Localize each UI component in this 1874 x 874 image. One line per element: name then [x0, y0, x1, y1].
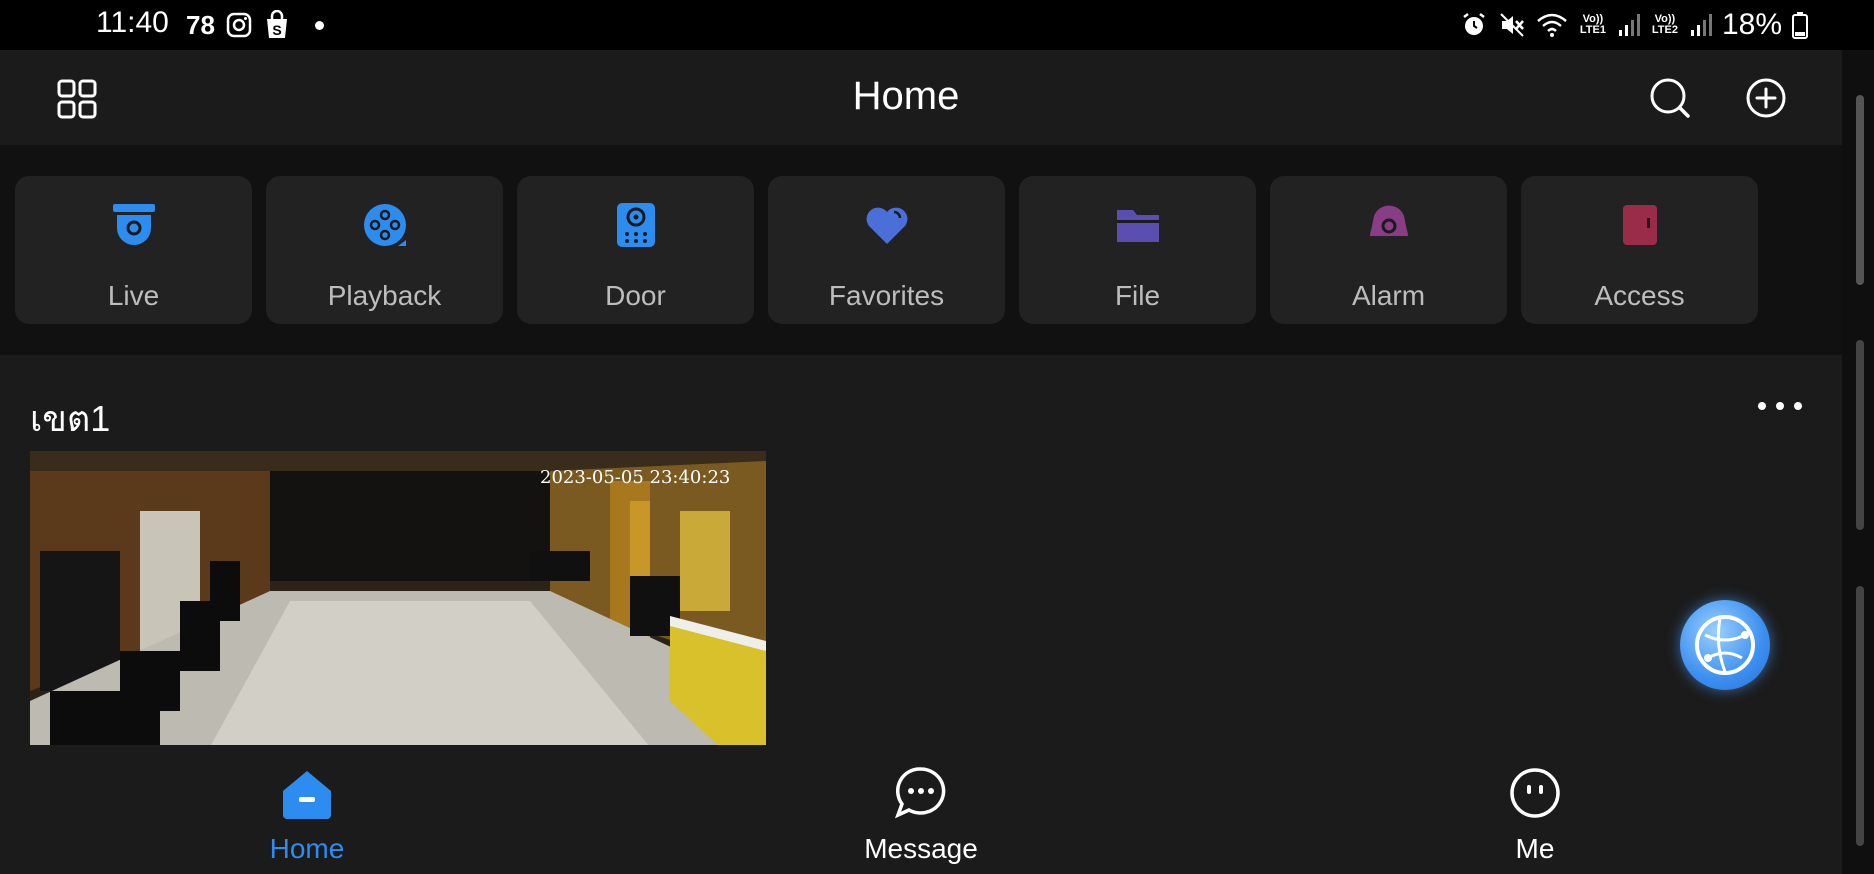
status-bar: 11:40 78 S Vo)) LTE1 Vo)) LTE2 18% [0, 0, 1874, 50]
playback-reel-icon [364, 204, 406, 246]
page-title: Home [852, 74, 960, 118]
quick-action-label: Favorites [828, 280, 945, 311]
nav-home-label: Home [269, 833, 345, 864]
quick-action-label: Playback [327, 280, 442, 311]
wifi-icon [1537, 13, 1567, 37]
app-bar: Home [0, 50, 1842, 145]
quick-action-label: Live [107, 280, 160, 311]
search-icon[interactable] [1648, 76, 1692, 120]
quick-action-favorites[interactable]: Favorites [768, 176, 1005, 324]
add-device-icon[interactable] [1744, 76, 1788, 120]
floating-assistant-button[interactable] [1680, 600, 1770, 690]
nav-message-label: Message [864, 833, 978, 864]
quick-action-alarm[interactable]: Alarm [1270, 176, 1507, 324]
signal-icon-2 [1690, 14, 1712, 36]
device-group-section: เขต1 2023-05-05 23:40:23 [0, 355, 1842, 747]
nav-me-label: Me [1515, 833, 1555, 864]
battery-icon [1792, 12, 1808, 39]
message-bubble-icon [894, 767, 946, 819]
scrollbar-track [1856, 340, 1864, 530]
quick-action-file[interactable]: File [1019, 176, 1256, 324]
group-title: เขต1 [30, 398, 111, 439]
signal-icon [1618, 14, 1640, 36]
status-time: 11:40 [96, 6, 169, 39]
folder-icon [1117, 210, 1159, 242]
instagram-icon [226, 12, 252, 38]
heart-icon [866, 207, 908, 244]
shopping-bag-icon: S [266, 10, 287, 38]
scrollbar[interactable] [1856, 95, 1864, 285]
alarm-siren-icon [1370, 205, 1408, 236]
bottom-navigation: Home Message Me [0, 745, 1842, 874]
quick-action-label: Access [1594, 280, 1685, 311]
quick-action-live[interactable]: Live [15, 176, 252, 324]
scrollbar-track-lower [1856, 586, 1864, 846]
quick-action-label: Door [605, 280, 666, 311]
quick-action-playback[interactable]: Playback [266, 176, 503, 324]
network-lte1: Vo)) LTE1 [1579, 13, 1606, 36]
battery-percent: 18% [1721, 8, 1782, 41]
quick-actions-bar: Live Playback Door Favorites File Alarm … [0, 145, 1842, 355]
quick-action-label: File [1114, 280, 1161, 311]
camera-preview[interactable]: 2023-05-05 23:40:23 [30, 451, 766, 747]
status-right-icons: Vo)) LTE1 Vo)) LTE2 18% [1460, 8, 1808, 42]
network-lte2: Vo)) LTE2 [1651, 13, 1678, 36]
globe-network-icon [1695, 615, 1755, 675]
quick-action-access[interactable]: Access [1521, 176, 1758, 324]
quick-action-door[interactable]: Door [517, 176, 754, 324]
alarm-clock-icon [1463, 13, 1485, 35]
status-left-icons: 78 S [186, 8, 324, 42]
nav-home[interactable]: Home [187, 765, 427, 865]
more-options-icon[interactable] [1758, 399, 1802, 413]
access-door-icon [1623, 205, 1657, 245]
camera-timestamp: 2023-05-05 23:40:23 [540, 467, 731, 488]
nav-message[interactable]: Message [801, 765, 1041, 865]
camera-dome-icon [113, 204, 155, 245]
mute-icon [1500, 13, 1524, 37]
notification-count: 78 [186, 9, 215, 40]
door-intercom-icon [617, 203, 655, 247]
nav-me[interactable]: Me [1415, 765, 1655, 865]
notification-dot [314, 20, 324, 30]
home-icon [283, 771, 331, 819]
camera-scene [30, 451, 766, 747]
quick-action-label: Alarm [1351, 280, 1426, 311]
profile-face-icon [1510, 768, 1560, 818]
svg-text:S: S [272, 22, 281, 38]
